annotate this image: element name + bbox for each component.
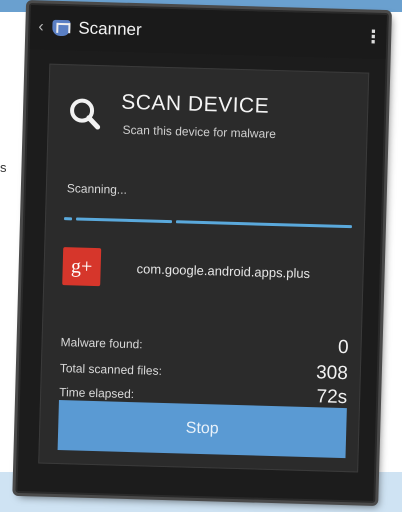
- scan-status: Scanning...: [66, 181, 128, 197]
- app-title: Scanner: [78, 18, 142, 40]
- stat-value: 308: [315, 362, 349, 385]
- stat-label: Time elapsed:: [59, 385, 135, 402]
- more-vert-icon[interactable]: ⋮: [364, 26, 383, 47]
- stat-label: Malware found:: [60, 335, 143, 352]
- app-bar: ‹ Scanner ⋮: [29, 5, 387, 60]
- current-file-name: com.google.android.apps.plus: [136, 261, 311, 282]
- stop-button[interactable]: Stop: [57, 400, 347, 459]
- progress-segment: [175, 220, 352, 229]
- shield-logo-icon: [52, 19, 71, 37]
- scan-subtitle: Scan this device for malware: [122, 122, 277, 142]
- stat-value: 0: [337, 336, 349, 359]
- current-file-row: g+ com.google.android.apps.plus: [62, 247, 353, 297]
- scan-card: SCAN DEVICE Scan this device for malware…: [38, 63, 370, 473]
- google-plus-icon: g+: [62, 247, 102, 287]
- stat-value: 72s: [316, 386, 348, 409]
- device-photo: ‹ Scanner ⋮ SCAN DEVICE Scan this device…: [5, 3, 399, 512]
- progress-segment: [64, 217, 73, 221]
- scan-header: SCAN DEVICE Scan this device for malware: [66, 87, 358, 155]
- phone-screen: ‹ Scanner ⋮ SCAN DEVICE Scan this device…: [15, 3, 389, 503]
- progress-segment: [75, 217, 173, 224]
- scan-progress-bar: [64, 217, 352, 229]
- search-icon: [70, 98, 101, 130]
- cropped-page-text: s: [0, 160, 7, 175]
- scan-title: SCAN DEVICE: [120, 90, 270, 118]
- stat-label: Total scanned files:: [59, 361, 163, 378]
- chevron-left-icon[interactable]: ‹: [38, 18, 48, 36]
